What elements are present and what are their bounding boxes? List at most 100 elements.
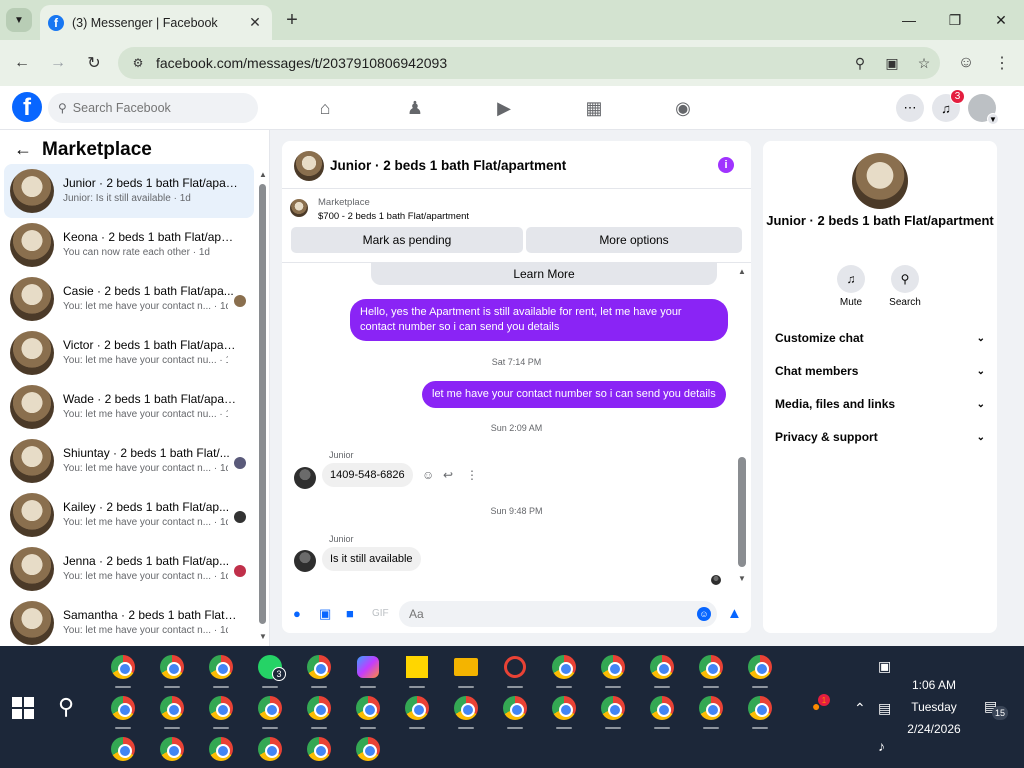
chrome-taskbar-icon[interactable] xyxy=(743,650,777,684)
chrome-taskbar-icon[interactable] xyxy=(155,650,189,684)
copilot-taskbar-icon[interactable] xyxy=(351,650,385,684)
chrome-taskbar-icon[interactable] xyxy=(302,732,336,766)
browser-tab-messenger[interactable]: f (3) Messenger | Facebook ✕ xyxy=(40,5,272,40)
emoji-icon[interactable]: ☺ xyxy=(697,607,711,621)
back-arrow-icon[interactable]: ← xyxy=(14,139,32,160)
conversation-scrollbar[interactable] xyxy=(738,457,746,567)
app-tray-icon[interactable]: ● 1 xyxy=(812,694,830,714)
chat-list-scrollbar[interactable] xyxy=(259,184,266,624)
photo-icon[interactable]: ▣ xyxy=(319,606,331,622)
thumbs-up-icon[interactable]: ▲ xyxy=(727,605,742,622)
message-incoming[interactable]: Is it still available xyxy=(322,547,421,571)
tab-close-icon[interactable]: ✕ xyxy=(246,14,264,32)
show-hidden-icons-chevron-up-icon[interactable]: ⌃ xyxy=(854,700,866,717)
chat-list-item[interactable]: Casie · 2 beds 1 bath Flat/apa... You: le… xyxy=(4,272,254,326)
tab-search-chevron-icon[interactable]: ▼ xyxy=(6,8,32,32)
menu-grid-icon[interactable]: ⋯ xyxy=(896,94,924,122)
network-icon[interactable]: ▤ xyxy=(878,700,891,717)
friends-icon[interactable]: ♟ xyxy=(402,96,428,120)
conversation-title[interactable]: Junior · 2 beds 1 bath Flat/apartment xyxy=(330,158,566,173)
customize-chat-row[interactable]: Customize chat ⌄ xyxy=(775,328,985,348)
facebook-logo-icon[interactable]: f xyxy=(12,92,42,122)
react-emoji-icon[interactable]: ☺ xyxy=(422,468,434,482)
chrome-taskbar-icon[interactable] xyxy=(106,650,140,684)
chrome-taskbar-icon[interactable] xyxy=(694,650,728,684)
scroll-down-arrow-icon[interactable]: ▼ xyxy=(259,632,267,641)
privacy-support-row[interactable]: Privacy & support ⌄ xyxy=(775,427,985,447)
site-info-icon[interactable]: ⚙ xyxy=(126,51,150,75)
address-url[interactable]: facebook.com/messages/t/2037910806942093 xyxy=(156,55,844,71)
chrome-taskbar-icon[interactable] xyxy=(449,691,483,725)
clock-day[interactable]: Tuesday xyxy=(900,700,968,714)
chrome-taskbar-icon[interactable] xyxy=(351,691,385,725)
bookmark-star-icon[interactable]: ☆ xyxy=(908,51,940,75)
chrome-taskbar-icon[interactable] xyxy=(743,691,777,725)
facebook-search[interactable]: ⚲ xyxy=(48,93,258,123)
home-icon[interactable]: ⌂ xyxy=(312,96,338,120)
chrome-taskbar-icon[interactable] xyxy=(253,691,287,725)
forward-arrow-icon[interactable]: → xyxy=(46,51,70,75)
chrome-taskbar-icon[interactable] xyxy=(694,691,728,725)
notification-center-icon[interactable]: ▤ 15 xyxy=(984,698,1008,720)
snip-taskbar-icon[interactable] xyxy=(498,650,532,684)
chrome-taskbar-icon[interactable] xyxy=(645,650,679,684)
clock-time[interactable]: 1:06 AM xyxy=(900,678,968,692)
chat-list-item[interactable]: Shiuntay · 2 beds 1 bath Flat/... You: le… xyxy=(4,434,254,488)
restore-icon[interactable]: ❐ xyxy=(940,6,970,34)
chrome-taskbar-icon[interactable] xyxy=(204,691,238,725)
chrome-taskbar-icon[interactable] xyxy=(155,732,189,766)
chat-list-item[interactable]: Wade · 2 beds 1 bath Flat/apart... You: l… xyxy=(4,380,254,434)
chrome-taskbar-icon[interactable] xyxy=(106,691,140,725)
minimize-icon[interactable]: — xyxy=(894,6,924,34)
profile-icon[interactable]: ☺ xyxy=(954,51,978,75)
clock-date[interactable]: 2/24/2026 xyxy=(900,722,968,736)
sender-avatar[interactable] xyxy=(294,550,316,572)
chrome-taskbar-icon[interactable] xyxy=(645,691,679,725)
video-icon[interactable]: ▶ xyxy=(491,96,517,120)
volume-icon[interactable]: ♪ xyxy=(878,738,885,754)
browser-menu-icon[interactable]: ⋮ xyxy=(990,51,1014,75)
chrome-taskbar-icon[interactable] xyxy=(498,691,532,725)
reply-icon[interactable]: ↩ xyxy=(443,468,453,482)
info-icon[interactable]: i xyxy=(718,157,734,173)
chat-list-item[interactable]: Jenna · 2 beds 1 bath Flat/ap... You: let… xyxy=(4,542,254,596)
chat-list-item[interactable]: Junior · 2 beds 1 bath Flat/apart... Juni… xyxy=(4,164,254,218)
address-bar[interactable]: ⚙ facebook.com/messages/t/20379108069420… xyxy=(118,47,940,79)
sticky-taskbar-icon[interactable] xyxy=(400,650,434,684)
facebook-search-input[interactable] xyxy=(72,101,243,115)
scroll-down-arrow-icon[interactable]: ▼ xyxy=(738,574,746,583)
notifications-bell-icon[interactable]: ♫ 3 xyxy=(932,89,965,122)
taskbar-search-icon[interactable]: ⚲ xyxy=(58,694,74,720)
whatsapp-taskbar-icon[interactable]: 3 xyxy=(253,650,287,684)
window-close-icon[interactable]: ✕ xyxy=(986,6,1016,34)
chat-list-item[interactable]: Victor · 2 beds 1 bath Flat/apart... You:… xyxy=(4,326,254,380)
message-input[interactable] xyxy=(399,601,717,627)
scroll-up-arrow-icon[interactable]: ▲ xyxy=(738,267,746,276)
chrome-taskbar-icon[interactable] xyxy=(596,650,630,684)
account-chevron-down-icon[interactable]: ▼ xyxy=(987,113,999,125)
sticker-icon[interactable]: ■ xyxy=(346,606,354,621)
zoom-icon[interactable]: ⚲ xyxy=(844,51,876,75)
mute-bell-icon[interactable]: ♫ xyxy=(837,265,865,293)
chat-members-row[interactable]: Chat members ⌄ xyxy=(775,361,985,381)
install-app-icon[interactable]: ▣ xyxy=(876,51,908,75)
listing-large-avatar[interactable] xyxy=(852,153,908,209)
chat-list-item[interactable]: Keona · 2 beds 1 bath Flat/apart... You c… xyxy=(4,218,254,272)
scroll-up-arrow-icon[interactable]: ▲ xyxy=(259,170,267,179)
listing-avatar[interactable] xyxy=(294,151,324,181)
chrome-taskbar-icon[interactable] xyxy=(204,732,238,766)
chrome-taskbar-icon[interactable] xyxy=(302,650,336,684)
gif-icon[interactable]: GIF xyxy=(372,608,389,619)
chrome-taskbar-icon[interactable] xyxy=(204,650,238,684)
listing-price[interactable]: $700 - 2 beds 1 bath Flat/apartment xyxy=(318,211,469,222)
chrome-taskbar-icon[interactable] xyxy=(253,732,287,766)
chrome-taskbar-icon[interactable] xyxy=(547,691,581,725)
learn-more-button[interactable]: Learn More xyxy=(371,263,717,285)
gaming-icon[interactable]: ◉ xyxy=(670,96,696,120)
message-incoming[interactable]: 1409-548-6826 xyxy=(322,463,413,487)
chrome-taskbar-icon[interactable] xyxy=(302,691,336,725)
sender-avatar[interactable] xyxy=(294,467,316,489)
mark-as-pending-button[interactable]: Mark as pending xyxy=(291,227,523,253)
new-tab-plus-icon[interactable]: + xyxy=(282,9,302,31)
chat-list-item[interactable]: Samantha · 2 beds 1 bath Flat/a... You: l… xyxy=(4,596,254,650)
